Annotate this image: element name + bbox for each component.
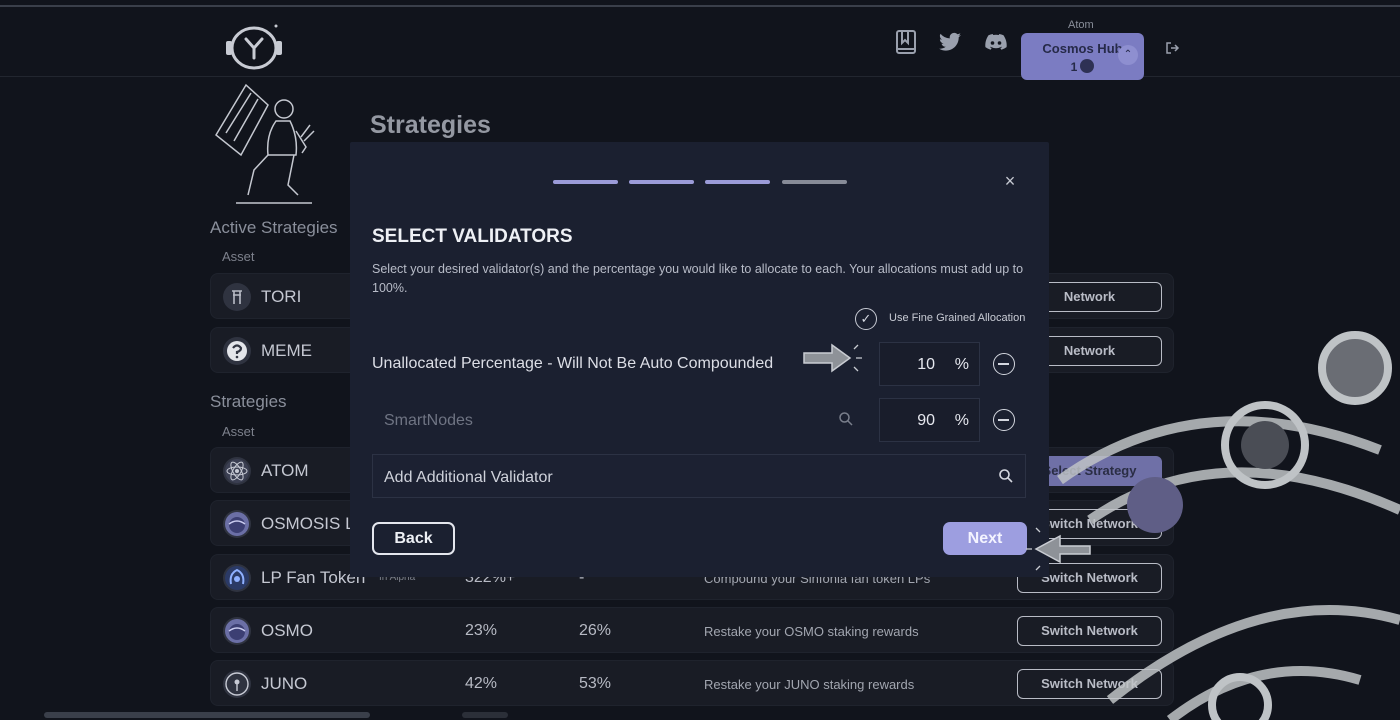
- remove-minus-icon[interactable]: [993, 353, 1015, 375]
- validator-name: SmartNodes: [384, 412, 473, 429]
- modal-description: Select your desired validator(s) and the…: [372, 262, 1024, 295]
- strategies-asset-column-header: Asset: [222, 424, 255, 439]
- step-indicator-1: [553, 180, 618, 184]
- apr-value: 42%: [465, 675, 498, 692]
- page-title: Strategies: [370, 111, 491, 139]
- osmo-icon: [223, 617, 251, 645]
- asset-name: OSMO: [261, 621, 313, 640]
- step-indicator-2: [629, 180, 694, 184]
- osmosis-icon: [223, 510, 251, 538]
- discord-icon[interactable]: [983, 29, 1009, 55]
- network-name: Cosmos Hub: [1042, 41, 1123, 56]
- validator-value: 90: [917, 412, 935, 429]
- logout-icon[interactable]: [1164, 40, 1180, 56]
- asset-name: ATOM: [261, 461, 309, 480]
- asset-name: OSMOSIS LI: [261, 514, 360, 533]
- hero-illustration: [215, 83, 315, 204]
- active-strategies-heading: Active Strategies: [210, 218, 338, 237]
- active-asset-column-header: Asset: [222, 249, 255, 264]
- back-button[interactable]: Back: [372, 522, 455, 555]
- percent-sign: %: [954, 412, 969, 429]
- unallocated-percentage-label: Unallocated Percentage - Will Not Be Aut…: [372, 355, 774, 372]
- add-validator-label: Add Additional Validator: [384, 469, 553, 486]
- network-selector-button[interactable]: Cosmos Hub 1 ⌃: [1021, 33, 1144, 80]
- step-indicator-3: [705, 180, 770, 184]
- percent-sign: %: [954, 356, 969, 373]
- validator-row-smartnodes: SmartNodes: [372, 398, 867, 442]
- apr-value: 23%: [465, 622, 498, 639]
- checkmark-icon[interactable]: ✓: [855, 308, 877, 330]
- next-button[interactable]: Next: [943, 522, 1027, 555]
- step-progress: [553, 180, 847, 184]
- asset-name: TORI: [261, 287, 302, 306]
- asset-name: JUNO: [261, 674, 308, 693]
- top-navbar: Atom Cosmos Hub 1 ⌃: [0, 7, 1400, 80]
- meme-icon: [223, 337, 251, 365]
- lp-fan-token-icon: [223, 564, 251, 592]
- pointer-arrow-icon: [1026, 527, 1091, 571]
- asset-name: MEME: [261, 341, 312, 360]
- close-icon[interactable]: ×: [1001, 172, 1019, 190]
- tori-icon: [223, 283, 251, 311]
- step-indicator-4: [782, 180, 847, 184]
- yieldmos-logo[interactable]: [222, 21, 286, 73]
- select-validators-modal: × SELECT VALIDATORS Select your desired …: [350, 142, 1049, 577]
- network-caption: Atom: [1068, 19, 1094, 31]
- twitter-icon[interactable]: [937, 29, 963, 55]
- pointer-arrow-icon: [803, 343, 862, 373]
- juno-icon: [223, 670, 251, 698]
- strategy-description: Restake your JUNO staking rewards: [704, 677, 915, 692]
- book-icon[interactable]: [893, 29, 919, 55]
- unallocated-percentage-input[interactable]: 10 %: [879, 342, 980, 386]
- remove-validator-minus-icon[interactable]: [993, 409, 1015, 431]
- fine-grained-label: Use Fine Grained Allocation: [889, 312, 1026, 324]
- search-icon[interactable]: [998, 468, 1014, 484]
- search-icon[interactable]: [838, 411, 854, 427]
- horizontal-scrollbar-track: [462, 712, 508, 718]
- horizontal-scrollbar[interactable]: [44, 712, 370, 718]
- strategies-heading: Strategies: [210, 392, 287, 411]
- apy-value: 53%: [579, 675, 612, 692]
- apy-value: 26%: [579, 622, 612, 639]
- unallocated-value: 10: [917, 356, 935, 373]
- add-validator-search-field[interactable]: Add Additional Validator: [372, 454, 1026, 498]
- atom-icon: [223, 457, 251, 485]
- atom-coin-icon: [1080, 59, 1095, 73]
- chevron-up-icon[interactable]: ⌃: [1118, 45, 1138, 65]
- validator-percentage-input[interactable]: 90 %: [879, 398, 980, 442]
- modal-title: SELECT VALIDATORS: [372, 226, 573, 247]
- strategy-description: Restake your OSMO staking rewards: [704, 624, 919, 639]
